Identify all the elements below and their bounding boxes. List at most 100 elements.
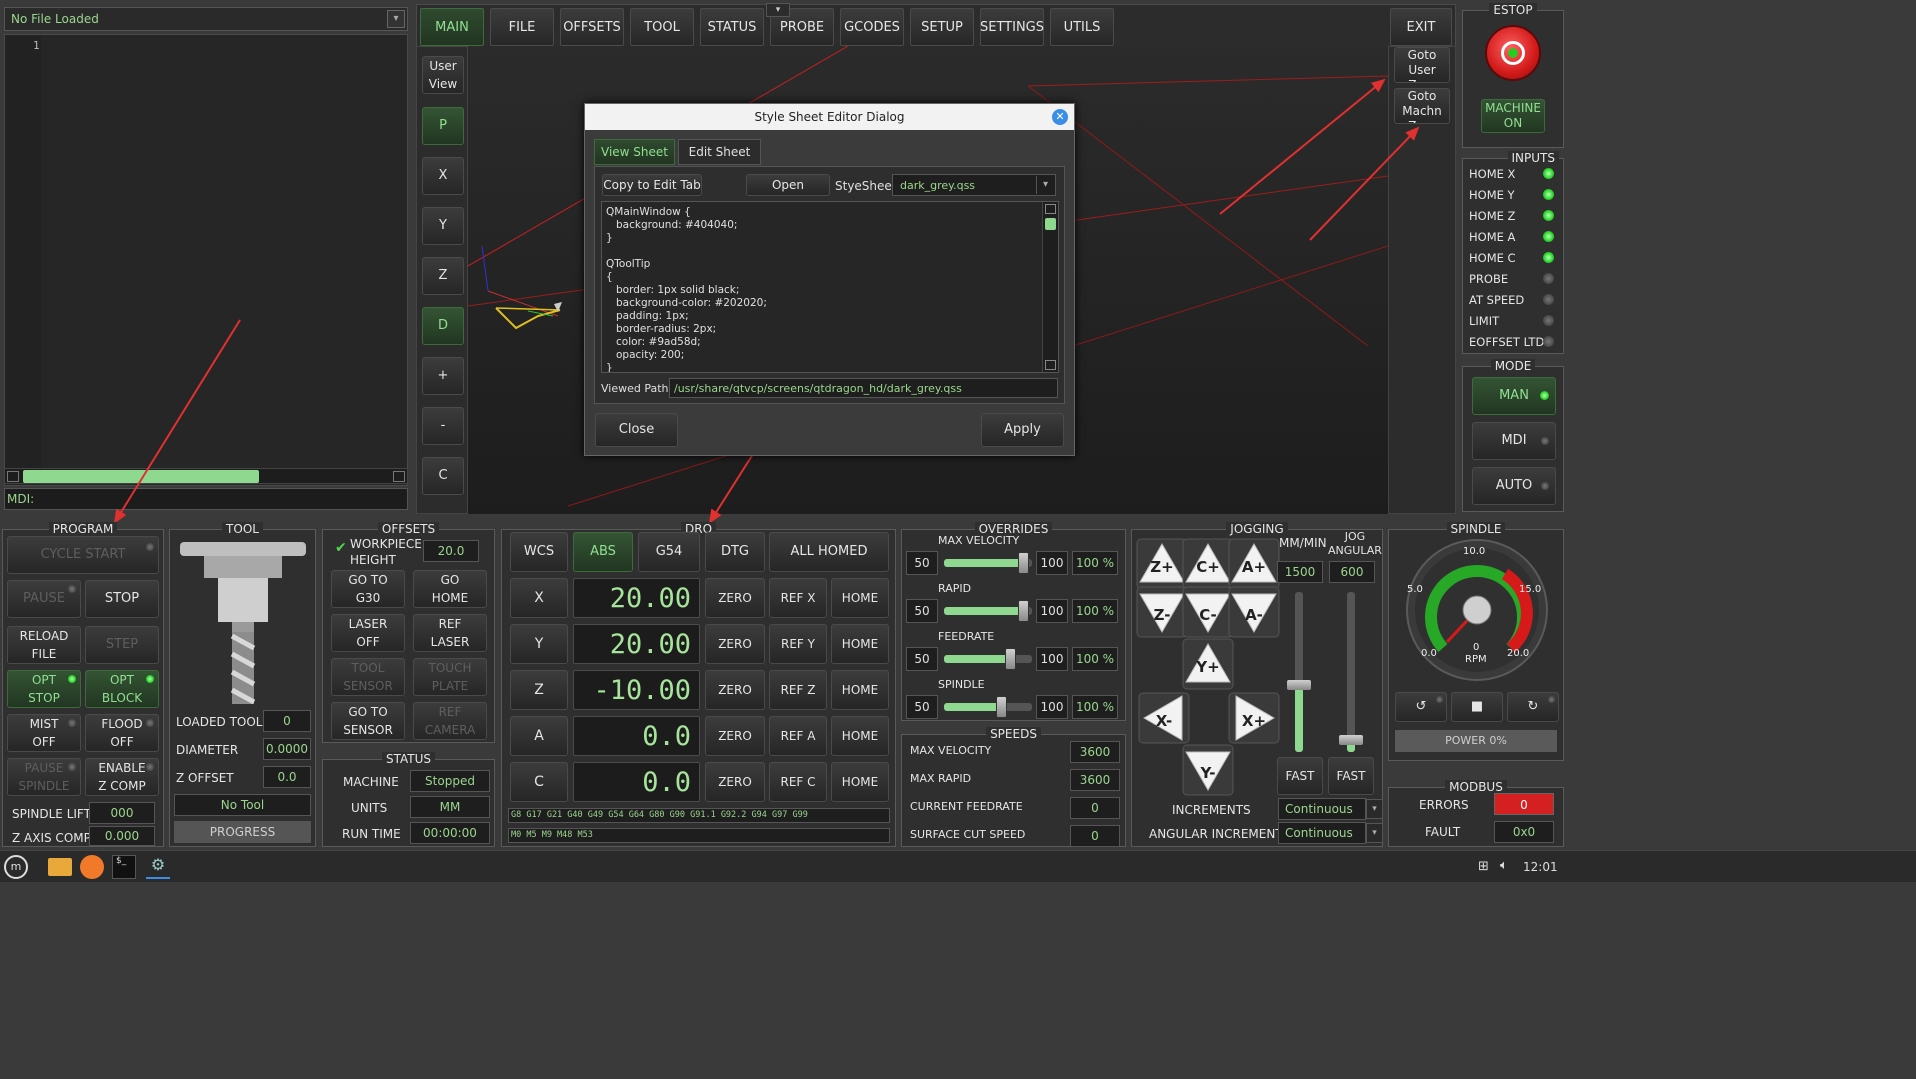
tab-setup[interactable]: SETUP [910, 8, 974, 46]
dialog-close-button[interactable]: Close [595, 413, 678, 447]
abs-button[interactable]: ABS [573, 532, 633, 572]
override-slider-knob[interactable] [1018, 552, 1030, 574]
fast-angular-button[interactable]: FAST [1328, 757, 1374, 795]
view-p-button[interactable]: P [422, 107, 464, 145]
zero-c-button[interactable]: ZERO [705, 762, 765, 802]
estop-button[interactable] [1485, 25, 1541, 81]
angular-increment-select[interactable]: Continuous ▾ [1278, 822, 1383, 844]
stylesheet-viewer[interactable]: QMainWindow { background: #404040; } QTo… [601, 201, 1059, 373]
dialog-apply-button[interactable]: Apply [981, 413, 1064, 447]
scroll-thumb[interactable] [23, 470, 259, 483]
start-menu-icon[interactable]: m [4, 855, 28, 879]
terminal-icon[interactable]: $_ [112, 855, 136, 879]
axis-z-label[interactable]: Z [510, 670, 568, 710]
viewer-scrollbar[interactable] [1042, 202, 1058, 372]
tab-offsets[interactable]: OFFSETS [560, 8, 624, 46]
zoom-in-button[interactable]: + [422, 357, 464, 395]
mist-button[interactable]: MIST OFF [7, 714, 81, 752]
home-y-button[interactable]: HOME [831, 624, 889, 664]
spindle-reverse-button[interactable]: ↺ [1395, 692, 1447, 722]
linear-jog-speed[interactable]: 1500 [1277, 561, 1323, 583]
axis-a-label[interactable]: A [510, 716, 568, 756]
override-slider-knob[interactable] [1005, 648, 1016, 670]
ref-laser-button[interactable]: REF LASER [413, 614, 487, 652]
zoom-out-button[interactable]: - [422, 407, 464, 445]
tab-gcodes[interactable]: GCODES [840, 8, 904, 46]
home-a-button[interactable]: HOME [831, 716, 889, 756]
home-c-button[interactable]: HOME [831, 762, 889, 802]
angular-jog-speed[interactable]: 600 [1329, 561, 1375, 583]
fast-linear-button[interactable]: FAST [1277, 757, 1323, 795]
view-d-button[interactable]: D [422, 307, 464, 345]
stylesheet-select[interactable]: dark_grey.qss ▾ [892, 174, 1056, 196]
dialog-titlebar[interactable]: Style Sheet Editor Dialog ✕ [585, 104, 1074, 130]
clear-view-button[interactable]: C [422, 457, 464, 495]
axis-y-label[interactable]: Y [510, 624, 568, 664]
override-slider[interactable] [944, 552, 1032, 574]
opt-block-button[interactable]: OPT BLOCK [85, 670, 159, 708]
tab-settings[interactable]: SETTINGS [980, 8, 1044, 46]
view-y-button[interactable]: Y [422, 207, 464, 245]
tab-status[interactable]: STATUS [700, 8, 764, 46]
file-header[interactable]: No File Loaded ▾ [4, 7, 408, 31]
override-slider[interactable] [944, 648, 1032, 670]
linear-jog-slider-knob[interactable] [1287, 680, 1311, 690]
scroll-up-button[interactable] [1045, 204, 1056, 214]
dtg-button[interactable]: DTG [705, 532, 765, 572]
jog-y-minus-button[interactable]: Y- [1182, 744, 1234, 796]
scroll-left-button[interactable] [7, 471, 19, 482]
angular-jog-slider[interactable] [1339, 592, 1363, 752]
tab-toggle-chevron[interactable]: ▾ [766, 3, 790, 17]
viewed-path-field[interactable]: /usr/share/qtvcp/screens/qtdragon_hd/dar… [669, 378, 1058, 398]
jog-c-minusplus-button[interactable]: C+ [1182, 538, 1234, 590]
mode-mdi-button[interactable]: MDI [1472, 422, 1556, 460]
jog-c-minus-button[interactable]: C- [1182, 586, 1234, 638]
pause-button[interactable]: PAUSE [7, 580, 81, 618]
volume-icon[interactable]: 🔈︎ [1500, 858, 1508, 873]
opt-stop-button[interactable]: OPT STOP [7, 670, 81, 708]
ref-camera-button[interactable]: REF CAMERA [413, 702, 487, 740]
exit-button[interactable]: EXIT [1390, 8, 1452, 46]
ref-c-button[interactable]: REF C [769, 762, 827, 802]
zero-y-button[interactable]: ZERO [705, 624, 765, 664]
tab-view-sheet[interactable]: View Sheet [594, 139, 675, 165]
open-button[interactable]: Open [746, 174, 830, 196]
home-x-button[interactable]: HOME [831, 578, 889, 618]
viewer-scroll-thumb[interactable] [1045, 218, 1056, 230]
ref-a-button[interactable]: REF A [769, 716, 827, 756]
jog-x-minusplus-button[interactable]: X+ [1228, 692, 1280, 744]
increments-select[interactable]: Continuous ▾ [1278, 798, 1383, 820]
scroll-right-button[interactable] [393, 471, 405, 482]
wcs-button[interactable]: WCS [510, 532, 568, 572]
user-view-button[interactable]: User View [422, 56, 464, 94]
mdi-input[interactable]: MDI: [4, 488, 408, 510]
jog-z-minusplus-button[interactable]: Z+ [1136, 538, 1188, 590]
network-icon[interactable]: ⊞ [1478, 859, 1489, 874]
g54-button[interactable]: G54 [638, 532, 700, 572]
ref-x-button[interactable]: REF X [769, 578, 827, 618]
scroll-down-button[interactable] [1045, 360, 1056, 370]
linear-jog-slider[interactable] [1287, 592, 1311, 752]
jog-a-minusplus-button[interactable]: A+ [1228, 538, 1280, 590]
tool-sensor-button[interactable]: TOOL SENSOR [331, 658, 405, 696]
flood-button[interactable]: FLOOD OFF [85, 714, 159, 752]
touch-plate-button[interactable]: TOUCH PLATE [413, 658, 487, 696]
zero-a-button[interactable]: ZERO [705, 716, 765, 756]
jog-y-minusplus-button[interactable]: Y+ [1182, 638, 1234, 690]
jog-a-minus-button[interactable]: A- [1228, 586, 1280, 638]
goto-g30-button[interactable]: GO TO G30 [331, 570, 405, 608]
angular-jog-slider-knob[interactable] [1339, 735, 1363, 745]
file-dropdown-button[interactable]: ▾ [387, 10, 405, 28]
all-homed-button[interactable]: ALL HOMED [769, 532, 889, 572]
enable-zcomp-button[interactable]: ENABLE Z COMP [85, 758, 159, 796]
view-z-button[interactable]: Z [422, 257, 464, 295]
axis-x-label[interactable]: X [510, 578, 568, 618]
spindle-stop-button[interactable]: ■ [1451, 692, 1503, 722]
tab-main[interactable]: MAIN [420, 8, 484, 46]
view-x-button[interactable]: X [422, 157, 464, 195]
mode-man-button[interactable]: MAN [1472, 377, 1556, 415]
jog-x-minus-button[interactable]: X- [1138, 692, 1190, 744]
browser-icon[interactable] [80, 855, 104, 879]
go-home-button[interactable]: GO HOME [413, 570, 487, 608]
horizontal-scrollbar[interactable] [4, 468, 408, 484]
